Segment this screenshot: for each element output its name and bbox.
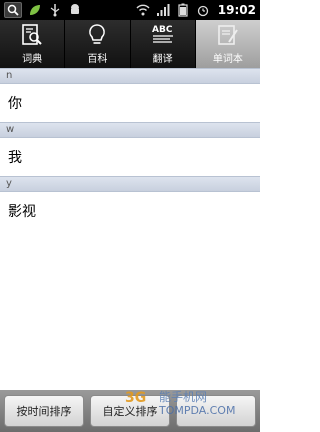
section-header-n: n (0, 68, 260, 84)
signal-icon (156, 3, 170, 17)
tab-translate-label: 翻译 (152, 54, 173, 65)
tab-dictionary-label: 词典 (22, 54, 43, 65)
list-item[interactable]: 我 (0, 138, 260, 176)
alarm-icon (196, 3, 210, 17)
search-icon (4, 2, 22, 18)
tab-wordbook[interactable]: 单词本 (195, 20, 260, 68)
section-header-w: w (0, 122, 260, 138)
status-bar-right: 19:02 (136, 3, 256, 17)
clock-time: 19:02 (217, 3, 256, 17)
word-text: 我 (8, 150, 22, 166)
abc-translate-icon: ABC (150, 22, 176, 48)
tab-wordbook-label: 单词本 (212, 54, 243, 65)
tab-translate[interactable]: ABC 翻译 (131, 20, 196, 68)
bottom-bar: 按时间排序 自定义排序 (0, 390, 260, 432)
dictionary-search-icon (19, 22, 45, 48)
wifi-icon (136, 3, 150, 17)
custom-sort-button[interactable]: 自定义排序 (90, 395, 170, 427)
notebook-pen-icon (215, 22, 241, 48)
lightbulb-icon (84, 22, 110, 48)
android-icon (68, 3, 82, 17)
section-header-y: y (0, 176, 260, 192)
right-bottom-button[interactable] (176, 395, 256, 427)
usb-icon (48, 3, 62, 17)
leaf-icon (28, 3, 42, 17)
battery-icon (176, 3, 190, 17)
list-item[interactable]: 你 (0, 84, 260, 122)
status-bar-left (4, 2, 136, 18)
tab-encyclopedia[interactable]: 百科 (65, 20, 131, 68)
list-item[interactable]: 影视 (0, 192, 260, 230)
tab-dictionary[interactable]: 词典 (0, 20, 66, 68)
status-bar: 19:02 (0, 0, 260, 20)
word-text: 你 (8, 96, 22, 112)
word-text: 影视 (8, 204, 36, 220)
tab-bar: 词典 百科 ABC 翻译 单词本 (0, 20, 260, 68)
tab-encyclopedia-label: 百科 (87, 54, 108, 65)
sort-by-time-button[interactable]: 按时间排序 (4, 395, 84, 427)
word-list: n 你 w 我 y 影视 (0, 68, 260, 390)
svg-text:ABC: ABC (152, 25, 173, 35)
